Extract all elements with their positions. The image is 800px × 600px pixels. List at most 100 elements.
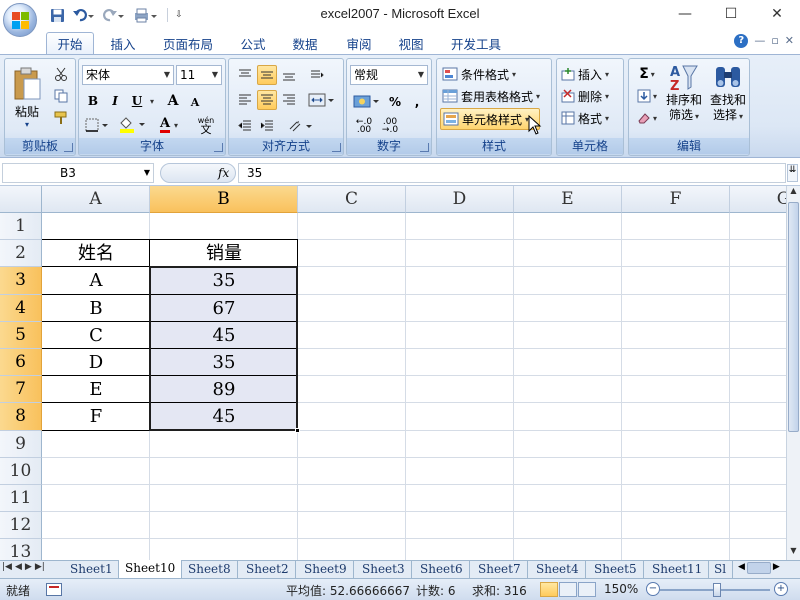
maximize-button[interactable]: ☐ [708, 0, 754, 28]
font-name-combo[interactable]: 宋体 ▼ [82, 65, 174, 85]
row-header-9[interactable]: 9 [0, 430, 42, 458]
column-header-e[interactable]: E [514, 186, 622, 213]
ribbon-close-icon[interactable]: ✕ [785, 34, 794, 48]
cell-b2[interactable]: 销量 [150, 240, 298, 267]
cell-a3[interactable]: A [42, 267, 150, 294]
column-header-c[interactable]: C [298, 186, 406, 213]
merge-center-icon[interactable] [305, 90, 339, 110]
row-header-3[interactable]: 3 [0, 267, 42, 295]
wrap-text-icon[interactable] [285, 116, 319, 136]
align-left-icon[interactable] [235, 90, 255, 110]
align-bottom-icon[interactable] [279, 65, 299, 85]
page-layout-view-icon[interactable] [559, 582, 577, 597]
fill-color-button[interactable] [117, 116, 149, 134]
sheet-tab-sheet10[interactable]: Sheet10 [118, 560, 183, 578]
sheet-tab-sheet3[interactable]: Sheet3 [356, 561, 412, 578]
format-painter-icon[interactable] [51, 109, 71, 127]
fill-handle[interactable] [295, 427, 300, 433]
minimize-button[interactable]: — [662, 0, 708, 28]
ribbon-restore-icon[interactable]: ▫ [771, 34, 778, 48]
row-header-1[interactable]: 1 [0, 213, 42, 241]
row-header-2[interactable]: 2 [0, 240, 42, 268]
sheet-tab-sheet7[interactable]: Sheet7 [472, 561, 528, 578]
select-all-corner[interactable] [0, 186, 42, 213]
row-header-8[interactable]: 8 [0, 403, 42, 431]
fill-button[interactable]: ▾ [633, 86, 661, 106]
font-color-button[interactable]: A ▾ [153, 116, 185, 134]
autosum-button[interactable]: Σ ▾ [633, 64, 661, 84]
vertical-scroll-thumb[interactable] [788, 202, 799, 432]
cell-a8[interactable]: F [42, 403, 150, 430]
grow-font-button[interactable]: A [163, 92, 183, 110]
prev-sheet-icon[interactable]: ◀ [15, 562, 22, 572]
zoom-out-button[interactable]: − [646, 582, 660, 596]
worksheet-grid[interactable]: A B C D E F G 1 2 3 4 5 6 7 8 9 10 11 12 13 姓名 销量 A 35 B 67 C 45 D 35… [0, 186, 786, 560]
scroll-down-icon[interactable]: ▼ [787, 546, 800, 560]
zoom-in-button[interactable]: + [774, 582, 788, 596]
increase-indent-icon[interactable] [257, 116, 277, 136]
tab-insert[interactable]: 插入 [100, 33, 146, 54]
column-header-f[interactable]: F [622, 186, 730, 213]
sheet-tab-sheet9[interactable]: Sheet9 [298, 561, 354, 578]
help-icon[interactable]: ? [734, 34, 749, 48]
number-launcher-icon[interactable] [420, 143, 429, 152]
cell-a5[interactable]: C [42, 322, 150, 349]
orientation-icon[interactable] [307, 65, 327, 85]
paste-button[interactable]: 粘贴 ▾ [8, 63, 46, 133]
sheet-tab-sheet6[interactable]: Sheet6 [414, 561, 470, 578]
formula-input[interactable]: 35 [238, 163, 786, 183]
row-header-10[interactable]: 10 [0, 457, 42, 485]
normal-view-icon[interactable] [540, 582, 558, 597]
column-header-g[interactable]: G [730, 186, 786, 213]
clear-button[interactable]: ▾ [633, 108, 661, 128]
decrease-indent-icon[interactable] [235, 116, 255, 136]
scroll-up-icon[interactable]: ▲ [787, 186, 800, 200]
align-right-icon[interactable] [279, 90, 299, 110]
insert-cells-button[interactable]: 插入 ▾ [561, 64, 623, 84]
horizontal-scroll-thumb[interactable] [746, 562, 771, 574]
align-top-icon[interactable] [235, 65, 255, 85]
tab-formulas[interactable]: 公式 [230, 33, 276, 54]
phonetic-button[interactable]: wén 文 [189, 115, 223, 135]
tab-view[interactable]: 视图 [388, 33, 434, 54]
zoom-level[interactable]: 150% [604, 582, 638, 596]
cell-a4[interactable]: B [42, 295, 150, 322]
tab-page-layout[interactable]: 页面布局 [152, 33, 224, 54]
cell-styles-button[interactable]: 单元格样式 ▾ [440, 108, 540, 130]
tab-data[interactable]: 数据 [282, 33, 328, 54]
cell-a6[interactable]: D [42, 349, 150, 376]
vertical-scrollbar[interactable]: ▲ ▼ [786, 186, 800, 560]
percent-button[interactable]: % [385, 92, 405, 112]
column-header-a[interactable]: A [42, 186, 150, 213]
column-header-b[interactable]: B [150, 186, 298, 213]
cell-a2[interactable]: 姓名 [42, 240, 150, 267]
zoom-slider-knob[interactable] [713, 583, 721, 597]
number-format-combo[interactable]: 常规 ▼ [350, 65, 428, 85]
sheet-tab-sl[interactable]: Sl [708, 561, 734, 578]
underline-button[interactable]: U [127, 92, 147, 110]
copy-icon[interactable] [51, 87, 71, 105]
decrease-decimal-icon[interactable]: .00 →.0 [379, 116, 401, 136]
font-launcher-icon[interactable] [214, 143, 223, 152]
alignment-launcher-icon[interactable] [332, 143, 341, 152]
sort-filter-button[interactable]: AZ 排序和 筛选 ▾ [663, 63, 705, 137]
expand-formula-icon[interactable]: ⇊ [787, 164, 798, 182]
clipboard-launcher-icon[interactable] [64, 143, 73, 152]
name-box[interactable]: B3 ▼ [2, 163, 154, 183]
sheet-tab-sheet1[interactable]: Sheet1 [64, 561, 120, 578]
close-button[interactable]: ✕ [754, 0, 800, 28]
bold-button[interactable]: B [83, 92, 103, 110]
accounting-format-icon[interactable] [351, 92, 383, 112]
comma-button[interactable]: , [407, 92, 427, 112]
sheet-tab-sheet5[interactable]: Sheet5 [588, 561, 644, 578]
format-as-table-button[interactable]: 套用表格格式 ▾ [442, 86, 550, 106]
row-header-7[interactable]: 7 [0, 376, 42, 404]
font-size-combo[interactable]: 11 ▼ [176, 65, 222, 85]
row-header-11[interactable]: 11 [0, 485, 42, 513]
align-center-icon[interactable] [257, 90, 277, 110]
row-header-13[interactable]: 13 [0, 539, 42, 560]
align-middle-icon[interactable] [257, 65, 277, 85]
column-header-d[interactable]: D [406, 186, 514, 213]
conditional-format-button[interactable]: 条件格式 ▾ [442, 64, 546, 84]
tab-review[interactable]: 审阅 [334, 33, 384, 54]
